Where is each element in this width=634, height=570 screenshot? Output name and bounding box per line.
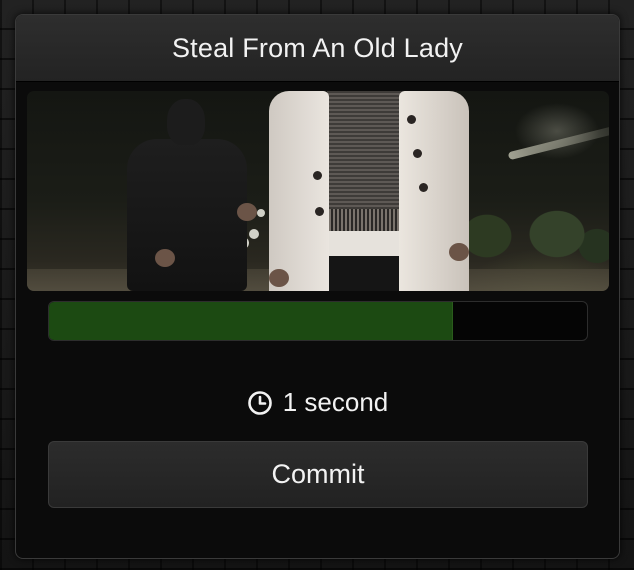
progress-bar — [48, 301, 588, 341]
coat-button — [315, 207, 324, 216]
woman-hand — [449, 243, 469, 261]
woman-hand — [269, 269, 289, 287]
commit-button[interactable]: Commit — [48, 441, 588, 508]
hooded-figure — [119, 99, 259, 291]
crime-image — [27, 91, 609, 291]
coat-button — [407, 115, 416, 124]
pants — [329, 256, 401, 291]
street-light — [507, 125, 609, 161]
clock-icon — [247, 390, 272, 415]
crime-card: Steal From An Old Lady 1 second Commit — [15, 14, 620, 559]
timer-label: 1 second — [282, 387, 389, 417]
hooded-figure-head — [167, 99, 205, 145]
coat-button — [419, 183, 428, 192]
coat-left — [269, 91, 329, 291]
coat-button — [313, 171, 322, 180]
progress-bar-fill — [49, 302, 453, 340]
hooded-figure-body — [127, 139, 247, 291]
timer: 1 second — [16, 387, 619, 418]
trees — [457, 196, 609, 276]
woman-figure — [269, 91, 469, 291]
coat-button — [413, 149, 422, 158]
card-header: Steal From An Old Lady — [16, 15, 619, 82]
crime-title: Steal From An Old Lady — [171, 32, 464, 63]
hooded-figure-hand — [237, 203, 257, 221]
hooded-figure-hand — [155, 249, 175, 267]
